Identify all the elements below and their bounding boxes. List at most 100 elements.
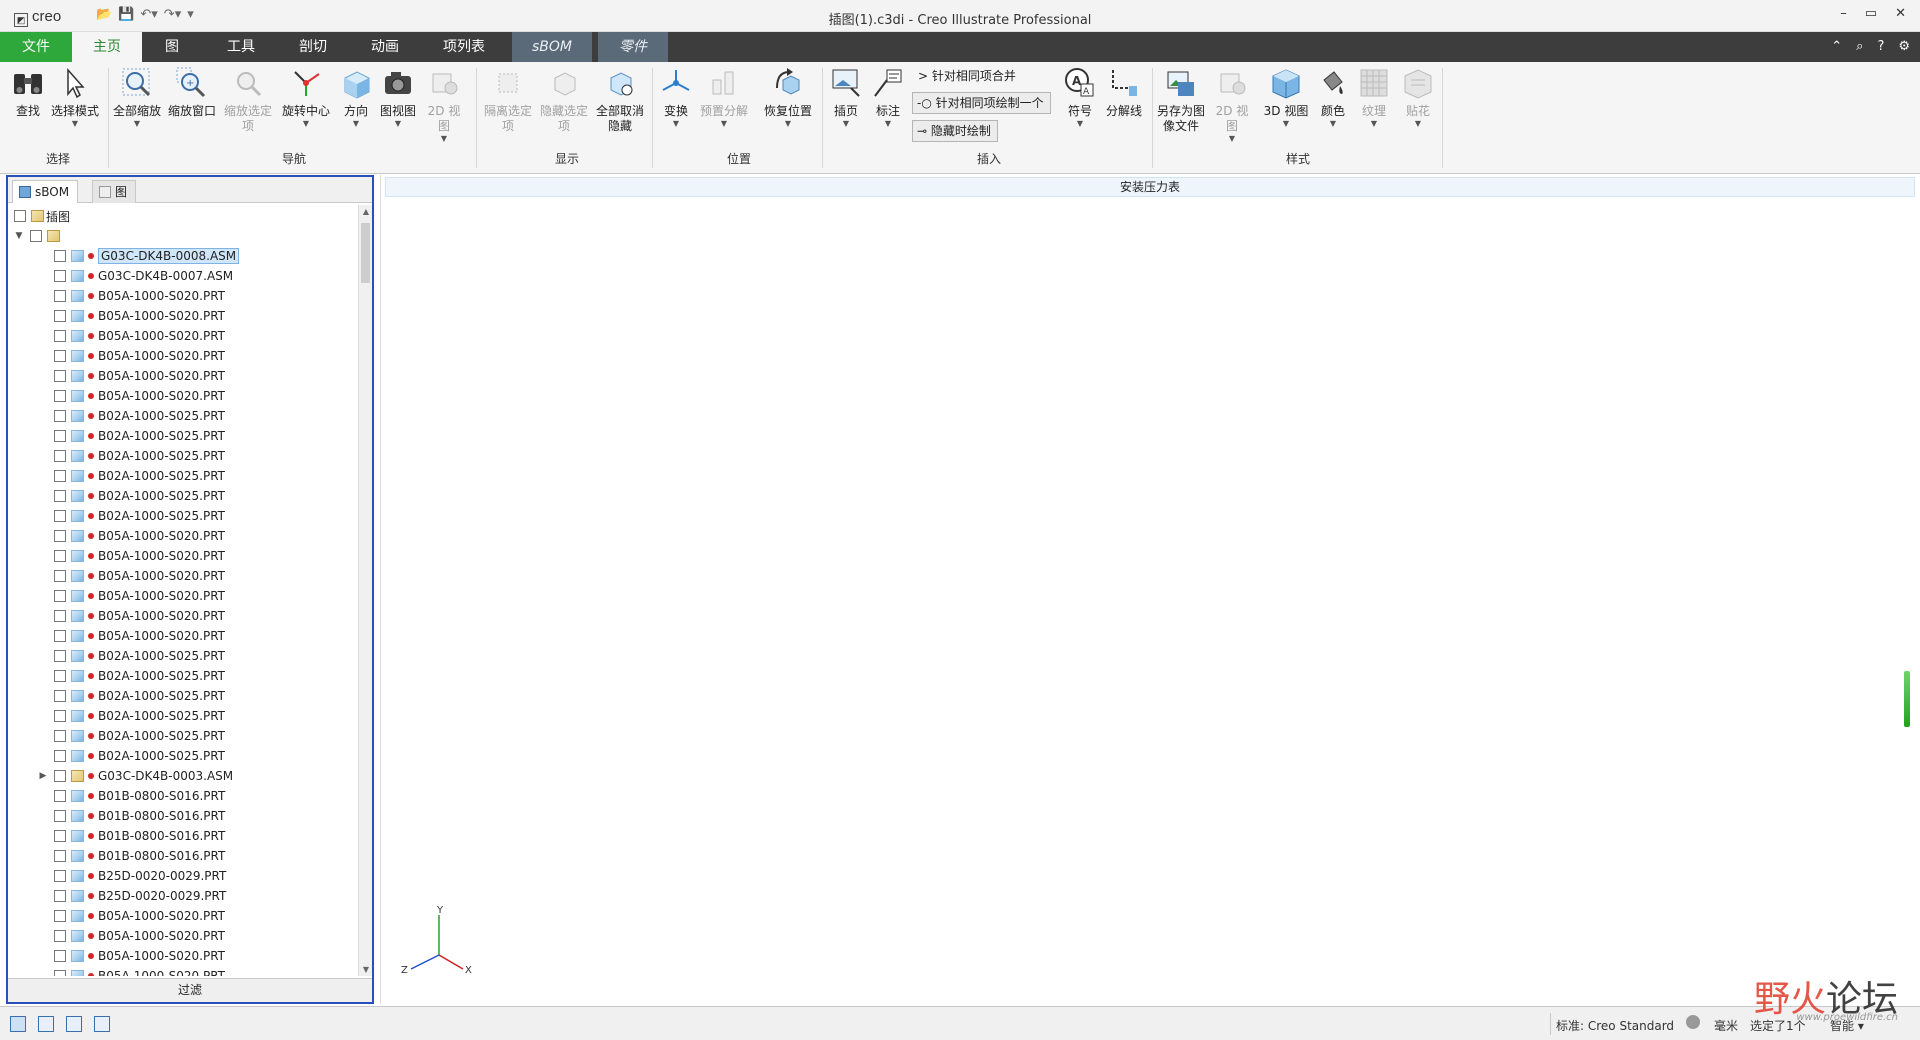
tree-item-row[interactable]: B01B-0800-S016.PRT	[38, 827, 225, 845]
tree-checkbox[interactable]	[54, 490, 66, 502]
merge-same-items-button[interactable]: > 针对相同项合并	[914, 66, 1022, 88]
decal-button[interactable]: 贴花 ▼	[1398, 66, 1438, 128]
symbol-button[interactable]: AA 符号 ▼	[1060, 66, 1100, 128]
explode-lines-button[interactable]: 分解线	[1104, 66, 1144, 119]
tree-item-row[interactable]: B05A-1000-S020.PRT	[38, 527, 225, 545]
texture-button[interactable]: 纹理 ▼	[1354, 66, 1394, 128]
annotate-button[interactable]: 标注 ▼	[868, 66, 908, 128]
standard-status[interactable]: 标准: Creo Standard	[1556, 1017, 1674, 1034]
tree-item-row[interactable]: B05A-1000-S020.PRT	[38, 587, 225, 605]
tree-checkbox[interactable]	[54, 890, 66, 902]
style-3d-button[interactable]: 3D 视图 ▼	[1262, 66, 1310, 128]
tree-checkbox[interactable]	[54, 390, 66, 402]
save-as-image-button[interactable]: 另存为图像文件	[1154, 66, 1208, 134]
tree-checkbox[interactable]	[54, 790, 66, 802]
tree-checkbox[interactable]	[54, 410, 66, 422]
tab-parts[interactable]: 零件	[598, 32, 668, 62]
tree-checkbox[interactable]	[54, 950, 66, 962]
color-button[interactable]: 颜色 ▼	[1314, 66, 1352, 128]
scroll-up-icon[interactable]: ▲	[361, 207, 371, 216]
callout-button[interactable]: 插页 ▼	[826, 66, 866, 128]
tree-item-row[interactable]: B05A-1000-S020.PRT	[38, 627, 225, 645]
tree-item-row[interactable]: B05A-1000-S020.PRT	[38, 387, 225, 405]
tree-item-row[interactable]: B05A-1000-S020.PRT	[38, 927, 225, 945]
isolate-selected-button[interactable]: 隔离选定项	[482, 66, 534, 134]
tree-checkbox[interactable]	[54, 250, 66, 262]
expand-arrow-icon[interactable]: ▶	[38, 771, 48, 781]
tree-item-row[interactable]: B02A-1000-S025.PRT	[38, 427, 225, 445]
tree-checkbox[interactable]	[54, 350, 66, 362]
tree-checkbox[interactable]	[54, 550, 66, 562]
view-2d-button[interactable]: 2D 视图 ▼	[422, 66, 466, 143]
restore-position-button[interactable]: 恢复位置 ▼	[762, 66, 814, 128]
tree-item-row[interactable]: B05A-1000-S020.PRT	[38, 907, 225, 925]
tree-item-row[interactable]: B01B-0800-S016.PRT	[38, 847, 225, 865]
tree-item-row[interactable]: B02A-1000-S025.PRT	[38, 407, 225, 425]
tree-item-row[interactable]: G03C-DK4B-0007.ASM	[38, 267, 233, 285]
tree-checkbox[interactable]	[54, 670, 66, 682]
search-icon[interactable]: ⌕	[1856, 39, 1863, 54]
tree-checkbox[interactable]	[54, 830, 66, 842]
tab-sbom[interactable]: sBOM	[512, 32, 592, 62]
tree-item-row[interactable]: B02A-1000-S025.PRT	[38, 667, 225, 685]
tree-checkbox[interactable]	[54, 850, 66, 862]
tree-item-row[interactable]: B02A-1000-S025.PRT	[38, 707, 225, 725]
layout-horizontal-icon[interactable]	[66, 1016, 82, 1032]
view-image-button[interactable]: 图视图 ▼	[378, 66, 418, 128]
tab-animation[interactable]: 动画	[352, 32, 418, 62]
tree-checkbox[interactable]	[54, 610, 66, 622]
tree-checkbox[interactable]	[54, 910, 66, 922]
tree-root-node[interactable]: 插图	[14, 207, 70, 225]
draw-when-hidden-button[interactable]: ⊸ 隐藏时绘制	[912, 120, 998, 142]
tree-checkbox[interactable]	[54, 270, 66, 282]
tree-checkbox[interactable]	[54, 730, 66, 742]
tree-checkbox[interactable]	[54, 650, 66, 662]
zoom-all-button[interactable]: 全部缩放 ▼	[112, 66, 162, 128]
tree-checkbox[interactable]	[30, 230, 42, 242]
canvas-side-handle[interactable]	[1904, 671, 1910, 727]
tree-item-row[interactable]: B02A-1000-S025.PRT	[38, 687, 225, 705]
filter-button[interactable]: 过滤	[8, 978, 372, 1002]
minimize-button[interactable]: –	[1840, 6, 1847, 21]
tree-item-row[interactable]: B05A-1000-S020.PRT	[38, 567, 225, 585]
layout-full-icon[interactable]	[94, 1016, 110, 1032]
tree-item-row[interactable]: B02A-1000-S025.PRT	[38, 487, 225, 505]
spin-center-button[interactable]: 旋转中心 ▼	[280, 66, 332, 128]
tree-item-row[interactable]: B25D-0020-0029.PRT	[38, 887, 226, 905]
tree-item-row[interactable]: ▶ G03C-DK4B-0003.ASM	[38, 767, 234, 785]
tree-item-row[interactable]: B05A-1000-S020.PRT	[38, 287, 225, 305]
units-status[interactable]: 毫米	[1714, 1017, 1738, 1034]
orientation-button[interactable]: 方向 ▼	[336, 66, 376, 128]
tree-checkbox[interactable]	[54, 470, 66, 482]
tree-scrollbar[interactable]: ▲ ▼	[358, 205, 372, 976]
tab-sbom-tree[interactable]: sBOM	[12, 180, 79, 203]
tree-top-assembly[interactable]: ▼	[14, 227, 62, 245]
help-icon[interactable]: ?	[1877, 39, 1884, 54]
layout-single-icon[interactable]	[10, 1016, 26, 1032]
tree-item-row[interactable]: B05A-1000-S020.PRT	[38, 967, 225, 976]
zoom-window-button[interactable]: + 缩放窗口	[166, 66, 218, 119]
tree-checkbox[interactable]	[54, 630, 66, 642]
tree-checkbox[interactable]	[54, 930, 66, 942]
unhide-all-button[interactable]: 全部取消隐藏	[594, 66, 646, 134]
scroll-thumb[interactable]	[361, 223, 370, 283]
tab-home[interactable]: 主页	[72, 32, 142, 62]
minimize-ribbon-icon[interactable]: ⌃	[1831, 39, 1842, 54]
tree-checkbox[interactable]	[54, 570, 66, 582]
tree-item-row[interactable]: B02A-1000-S025.PRT	[38, 727, 225, 745]
tree-item-row[interactable]: B01B-0800-S016.PRT	[38, 807, 225, 825]
tree-item-row[interactable]: B05A-1000-S020.PRT	[38, 607, 225, 625]
preset-explode-button[interactable]: 预置分解 ▼	[698, 66, 750, 128]
tree-checkbox[interactable]	[54, 430, 66, 442]
tree-checkbox[interactable]	[54, 510, 66, 522]
tree-checkbox[interactable]	[54, 590, 66, 602]
tree-item-row[interactable]: B02A-1000-S025.PRT	[38, 467, 225, 485]
hide-selected-button[interactable]: 隐藏选定项	[538, 66, 590, 134]
tree-item-row[interactable]: B05A-1000-S020.PRT	[38, 947, 225, 965]
close-button[interactable]: ✕	[1895, 6, 1906, 21]
tree-checkbox[interactable]	[54, 970, 66, 976]
tree-item-row[interactable]: B05A-1000-S020.PRT	[38, 547, 225, 565]
tree-checkbox[interactable]	[54, 770, 66, 782]
tree-checkbox[interactable]	[14, 210, 26, 222]
settings-icon[interactable]: ⚙	[1898, 39, 1910, 54]
